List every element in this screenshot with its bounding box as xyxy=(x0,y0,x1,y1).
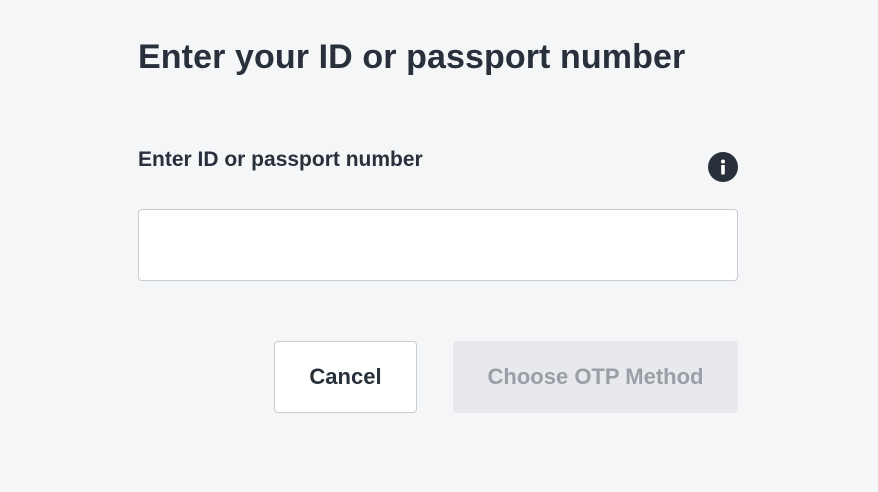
choose-otp-method-button[interactable]: Choose OTP Method xyxy=(453,341,738,413)
cancel-button[interactable]: Cancel xyxy=(274,341,417,413)
page-title: Enter your ID or passport number xyxy=(138,38,686,76)
info-icon[interactable] xyxy=(708,152,738,182)
id-passport-input[interactable] xyxy=(138,209,738,281)
id-field-label: Enter ID or passport number xyxy=(138,148,423,171)
